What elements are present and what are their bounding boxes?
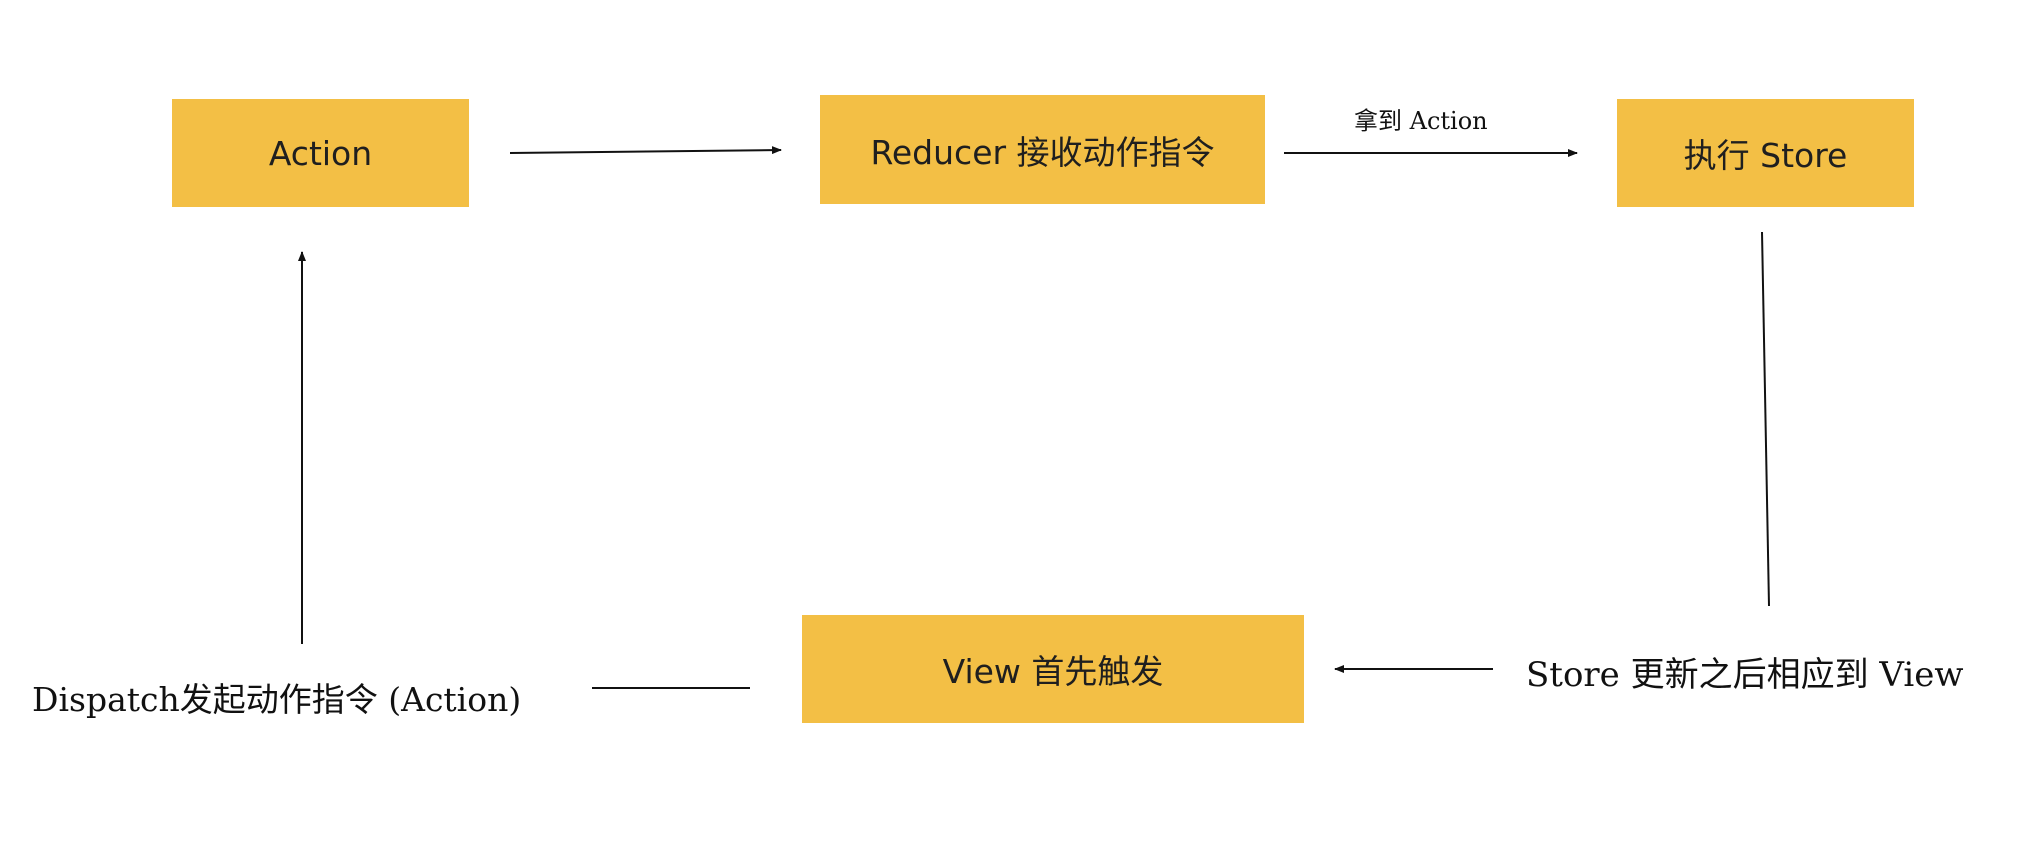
reducer-to-store-label: 拿到 Action [1354, 107, 1488, 135]
line-store-down [1761, 231, 1770, 607]
action-node-label: Action [268, 133, 373, 173]
reducer-node-label: Reducer 接收动作指令 [870, 132, 1215, 172]
flow-diagram: Action Reducer 接收动作指令 执行 Store View 首先触发… [0, 0, 2034, 844]
reducer-node: Reducer 接收动作指令 [820, 95, 1265, 204]
store-node-label: 执行 Store [1683, 136, 1848, 175]
store-node: 执行 Store [1617, 99, 1914, 207]
action-node: Action [172, 99, 469, 207]
view-node-label: View 首先触发 [942, 652, 1164, 691]
view-node: View 首先触发 [802, 615, 1304, 723]
arrow-action-to-reducer [509, 146, 782, 155]
store-update-label: Store 更新之后相应到 View [1526, 655, 1964, 695]
dispatch-label: Dispatch发起动作指令 (Action) [32, 680, 522, 719]
